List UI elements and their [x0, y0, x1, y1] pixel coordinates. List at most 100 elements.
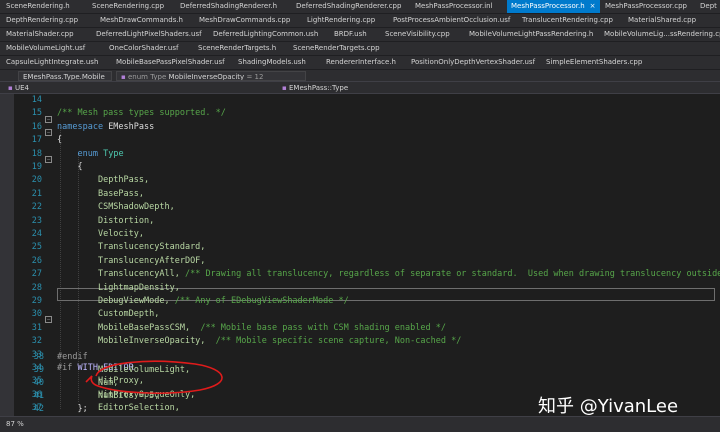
tab-meshdrawcommands-h[interactable]: MeshDrawCommands.h — [100, 14, 183, 27]
tab-scenevisibility-cpp[interactable]: SceneVisibility.cpp — [385, 28, 450, 41]
tab-meshpassprocessor-inl[interactable]: MeshPassProcessor.inl — [415, 0, 493, 13]
tab-materialshader-cpp[interactable]: MaterialShader.cpp — [6, 28, 74, 41]
code-line-37: EditorSelection, — [57, 402, 180, 415]
tab-translucentrendering-cpp[interactable]: TranslucentRendering.cpp — [522, 14, 613, 27]
collapse-icon[interactable]: − — [45, 116, 52, 123]
namespace-name: EMeshPass — [108, 121, 155, 132]
code-line-21: BasePass, — [57, 188, 144, 201]
tab-scenerendering-cpp[interactable]: SceneRendering.cpp — [92, 0, 164, 13]
tab-postprocessambientocclusion-usf[interactable]: PostProcessAmbientOcclusion.usf — [393, 14, 510, 27]
line-number: 32 — [31, 336, 42, 347]
tab-dept[interactable]: Dept — [700, 0, 717, 13]
enum-member: CustomDepth, — [97, 309, 160, 320]
tab-scenerendertargets-cpp[interactable]: SceneRenderTargets.cpp — [293, 42, 380, 55]
tab-meshpassprocessor-h[interactable]: MeshPassProcessor.h × — [507, 0, 600, 13]
tab-brdf-ush[interactable]: BRDF.ush — [334, 28, 367, 41]
code-line-16: namespace EMeshPass — [57, 121, 154, 134]
tab-positiononlydepthvertexshader-usf[interactable]: PositionOnlyDepthVertexShader.usf — [411, 56, 535, 69]
tab-capsulelightintegrate-ush[interactable]: CapsuleLightIntegrate.ush — [6, 56, 98, 69]
line-number: 42 — [33, 404, 44, 414]
tab-row-1: SceneRendering.h SceneRendering.cpp Defe… — [0, 0, 720, 14]
member-dropdown[interactable]: ▪ enum Type MobileInverseOpacity = 12 — [116, 71, 306, 81]
member-value: = 12 — [246, 73, 264, 81]
tab-simpleelementshaders-cpp[interactable]: SimpleElementShaders.cpp — [546, 56, 642, 69]
code-line-27: TranslucencyAll, /** Drawing all translu… — [57, 268, 720, 281]
line-number: 20 — [31, 175, 42, 186]
code-line-34: #if WITH_EDITOR — [57, 362, 134, 375]
tab-deferredlightingcommon-ush[interactable]: DeferredLightingCommon.ush — [213, 28, 318, 41]
collapse-icon[interactable]: − — [45, 316, 52, 323]
scope-dropdown-2[interactable]: ▪ EMeshPass::Type — [278, 83, 478, 93]
tab-mobilevolumelight-usf[interactable]: MobileVolumeLight.usf — [6, 42, 85, 55]
scope-bar: ▪ UE4 ▪ EMeshPass::Type — [0, 82, 720, 94]
code-line-22: CSMShadowDepth, — [57, 201, 175, 214]
line-number: 25 — [31, 242, 42, 253]
code-area[interactable]: /** Mesh pass types supported. */ namesp… — [57, 94, 720, 416]
project-dropdown[interactable]: ▪ UE4 — [4, 83, 274, 93]
tab-scenerendering-h[interactable]: SceneRendering.h — [6, 0, 70, 13]
tab-materialshared-cpp[interactable]: MaterialShared.cpp — [628, 14, 696, 27]
tab-mobilevolumelightpassrendering-h[interactable]: MobileVolumeLightPassRendering.h — [469, 28, 593, 41]
code-line-35: HitProxy, — [57, 375, 144, 388]
tab-deferredlightpixelshaders-usf[interactable]: DeferredLightPixelShaders.usf — [96, 28, 202, 41]
line-number: 38 — [33, 352, 44, 362]
enum-member: Distortion, — [97, 215, 155, 226]
tab-row-3: MaterialShader.cpp DeferredLightPixelSha… — [0, 28, 720, 42]
line-number: 28 — [31, 282, 42, 293]
enum-member: TranslucencyAll, — [97, 269, 180, 280]
tab-row-2: DepthRendering.cpp MeshDrawCommands.h Me… — [0, 14, 720, 28]
enum-member: TranslucencyAfterDOF, — [97, 255, 206, 266]
code-line-30: CustomDepth, — [57, 308, 159, 321]
comment: /** Mobile base pass with CSM shading en… — [200, 322, 446, 333]
line-number: 31 — [31, 322, 42, 333]
tab-scenerendertargets-h[interactable]: SceneRenderTargets.h — [198, 42, 276, 55]
project-icon: ▪ — [8, 84, 13, 92]
code-line-18: enum Type — [57, 148, 123, 161]
code-line-19: { — [57, 161, 83, 174]
code-line-29: DebugViewMode, /** Any of EDebugViewShad… — [57, 295, 349, 308]
scope-dropdown[interactable]: EMeshPass.Type.Mobile — [18, 71, 112, 81]
brace: { — [77, 162, 83, 172]
tab-label: MeshPassProcessor.h — [511, 2, 585, 10]
tab-meshpassprocessor-cpp[interactable]: MeshPassProcessor.cpp — [605, 0, 687, 13]
comment: /** Mesh pass types supported. */ — [57, 108, 226, 119]
tab-row-5: CapsuleLightIntegrate.ush MobileBasePass… — [0, 56, 720, 70]
keyword: namespace — [57, 121, 104, 132]
tab-onecolorshader-usf[interactable]: OneColorShader.usf — [109, 42, 178, 55]
line-number: 24 — [31, 229, 42, 239]
tab-deferredshadingrenderer-h[interactable]: DeferredShadingRenderer.h — [180, 0, 277, 13]
enum-member: CSMShadowDepth, — [97, 202, 175, 213]
member-name: MobileInverseOpacity — [168, 73, 245, 81]
collapse-icon[interactable]: − — [45, 129, 52, 136]
tab-mobilevolumelightpassrendering-cpp[interactable]: MobileVolumeLig...ssRendering.cpp — [604, 28, 720, 41]
code-line-28: LightmapDensity, — [57, 282, 180, 295]
macro: WITH_EDITOR — [77, 363, 134, 373]
code-line-36: HitProxyOpaqueOnly, — [57, 389, 195, 402]
enum-member: HitProxy, — [97, 376, 145, 387]
line-number: 22 — [31, 202, 42, 213]
tab-shadingmodels-ush[interactable]: ShadingModels.ush — [238, 56, 306, 69]
tab-rendererinterface-h[interactable]: RendererInterface.h — [326, 56, 396, 69]
line-number: 27 — [31, 269, 42, 280]
tab-meshdrawcommands-cpp[interactable]: MeshDrawCommands.cpp — [199, 14, 290, 27]
comment: /** Any of EDebugViewShaderMode */ — [174, 296, 349, 306]
zoom-level[interactable]: 87 % — [6, 420, 24, 428]
close-icon[interactable]: × — [590, 2, 596, 10]
line-number: 29 — [31, 296, 42, 306]
code-line-31: MobileBasePassCSM, /** Mobile base pass … — [57, 322, 446, 335]
preprocessor: #if — [57, 363, 73, 373]
comment: /** Mobile specific scene capture, Non-c… — [215, 336, 462, 347]
enum-member: HitProxyOpaqueOnly, — [97, 389, 196, 400]
collapse-icon[interactable]: − — [45, 156, 52, 163]
tab-deferredshadingrenderer-cpp[interactable]: DeferredShadingRenderer.cpp — [296, 0, 401, 13]
tab-lightrendering-cpp[interactable]: LightRendering.cpp — [307, 14, 375, 27]
tab-mobilebasepasspixelshader-usf[interactable]: MobileBasePassPixelShader.usf — [116, 56, 225, 69]
enum-member: Velocity, — [97, 229, 145, 239]
project-name: UE4 — [14, 84, 29, 92]
code-line-26: TranslucencyAfterDOF, — [57, 255, 205, 268]
code-editor[interactable]: 14 15 16 17 18 19 20 21 22 23 24 25 26 27 28 29 30 31 32 33… — [0, 94, 720, 416]
tab-depthrendering-cpp[interactable]: DepthRendering.cpp — [6, 14, 78, 27]
line-number: 40 — [33, 378, 44, 388]
line-number: 16 — [31, 121, 42, 132]
watermark-text: 知乎 @YivanLee — [538, 396, 679, 417]
